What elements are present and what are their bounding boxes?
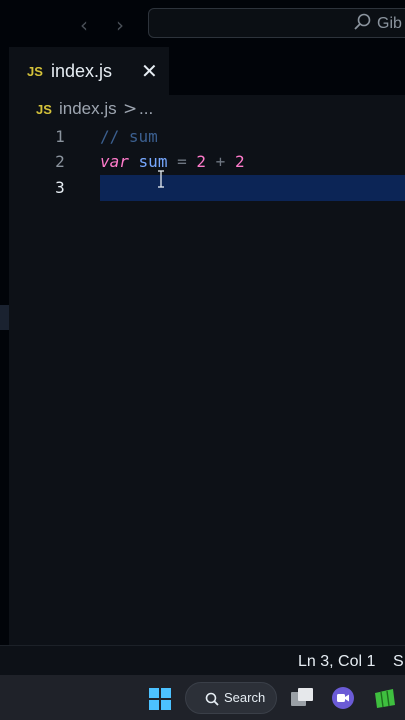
status-item[interactable]: S [393, 653, 404, 671]
code-editor[interactable]: 1 // sum 2 var sum = 2 + 2 3 [9, 125, 405, 645]
chevron-right-icon: > [123, 99, 138, 119]
status-bar: Ln 3, Col 1 S [0, 645, 405, 676]
close-tab-icon[interactable]: ✕ [141, 59, 158, 83]
text-cursor-icon [158, 170, 164, 188]
breadcrumb: JS index.js > ... [9, 95, 405, 125]
code-line-1[interactable]: 1 // sum [9, 125, 405, 151]
tab-label: index.js [51, 61, 113, 81]
number-token: 2 [196, 152, 207, 171]
video-call-icon[interactable] [331, 686, 355, 710]
operator-token: = [177, 152, 187, 171]
line-code: var sum = 2 + 2 [100, 152, 245, 171]
taskbar-search[interactable]: Search [185, 682, 277, 714]
title-bar: ‹ › Gib [0, 0, 405, 47]
breadcrumb-file[interactable]: index.js [59, 99, 117, 119]
number-token: 2 [234, 152, 245, 171]
js-file-icon: JS [36, 102, 52, 117]
line-number: 3 [55, 178, 65, 197]
back-icon[interactable]: ‹ [80, 13, 88, 37]
line-code: // sum [100, 127, 158, 146]
line-number: 2 [55, 152, 65, 171]
command-center-search[interactable]: Gib [148, 8, 405, 38]
activity-edge [0, 47, 9, 645]
code-line-2[interactable]: 2 var sum = 2 + 2 [9, 150, 405, 176]
scroll-indicator[interactable] [0, 305, 9, 330]
comment-token: // sum [100, 127, 158, 146]
search-text: Gib [377, 15, 402, 32]
task-view-icon[interactable] [290, 686, 314, 710]
line-number: 1 [55, 127, 65, 146]
search-icon [354, 13, 371, 30]
windows-start-icon[interactable] [149, 688, 171, 710]
tab-index-js[interactable]: JS index.js ✕ [9, 47, 169, 96]
js-file-icon: JS [27, 64, 43, 79]
cursor-position[interactable]: Ln 3, Col 1 [298, 653, 375, 671]
code-line-3[interactable]: 3 [9, 176, 405, 202]
identifier-token: sum [138, 152, 168, 171]
breadcrumb-more[interactable]: ... [139, 99, 153, 119]
forward-icon[interactable]: › [116, 13, 124, 37]
spreadsheet-app-icon[interactable] [373, 686, 397, 710]
keyword-token: var [100, 152, 129, 171]
taskbar-search-label: Search [224, 690, 266, 705]
operator-token: + [215, 152, 226, 171]
taskbar: Search [0, 675, 405, 720]
search-icon [205, 692, 219, 706]
